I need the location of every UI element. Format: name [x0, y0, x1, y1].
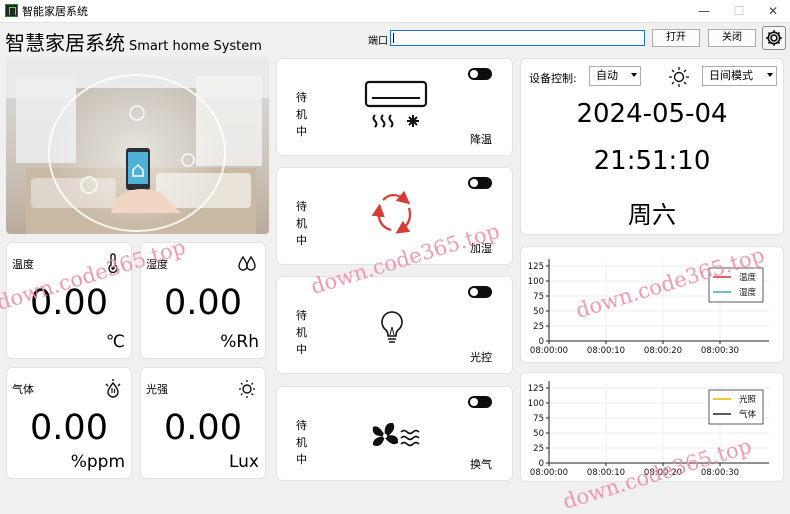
app-icon: [5, 4, 18, 17]
legend-label: 气体: [739, 409, 757, 420]
chevron-down-icon: [767, 73, 773, 77]
y-tick-label: 100: [528, 277, 544, 287]
title-en: Smart home System: [129, 39, 262, 54]
window-title-bar: 智能家居系统 — ☐ ✕: [0, 0, 790, 23]
device-card-humidify: 待机中 加湿: [276, 167, 513, 265]
device-status: 待机中: [296, 309, 307, 356]
day-mode-select[interactable]: 日间模式: [702, 66, 777, 86]
temp-humidity-chart: 025507510012508:00:00 08:00:10 08:00:20 08:…: [528, 259, 769, 356]
window-title: 智能家居系统: [22, 5, 88, 18]
device-label: 换气: [470, 458, 492, 471]
temp-humidity-chart-card: 0 25 50 75 100 125 08:00:00 08:00:10 08:00:20 08:…: [520, 246, 784, 363]
day-mode-value: 日间模式: [709, 69, 753, 82]
device-card-ventilation: 待机中 换气: [276, 386, 513, 481]
device-label: 降温: [470, 133, 492, 146]
date-display: 2024-05-04: [576, 99, 728, 129]
gas-icon: [105, 379, 121, 398]
sensor-card-gas: 气体 0.00 %ppm: [6, 367, 132, 479]
sensor-label: 温度: [12, 258, 34, 271]
sensor-unit: %ppm: [70, 452, 125, 472]
sensor-label: 光强: [146, 383, 168, 396]
port-input[interactable]: [390, 30, 645, 46]
device-card-light: 待机中 光控: [276, 276, 513, 374]
device-toggle[interactable]: [468, 177, 492, 189]
light-gas-chart-card: 0 25 50 75 100 125 08:00:00 08:00:10 08:00:20 08:…: [520, 372, 784, 482]
chevron-down-icon: [631, 73, 637, 77]
sun-icon: [669, 67, 689, 87]
sensor-label: 气体: [12, 383, 34, 396]
legend-label: 光照: [739, 394, 757, 405]
sensor-card-temperature: 温度 0.00 ℃: [6, 242, 132, 359]
y-tick-label: 25: [533, 444, 544, 454]
mode-value: 自动: [596, 69, 618, 82]
device-toggle[interactable]: [468, 396, 492, 408]
gear-icon: [766, 30, 782, 46]
sensor-card-humidity: 湿度 0.00 %Rh: [140, 242, 266, 359]
device-label: 加湿: [470, 242, 492, 255]
device-status: 待机中: [296, 419, 307, 466]
humidity-drops-icon: [238, 255, 256, 271]
y-tick-label: 25: [533, 322, 544, 332]
sensor-value: 0.00: [30, 408, 108, 448]
sensor-value: 0.00: [30, 283, 108, 323]
maximize-button[interactable]: ☐: [722, 0, 756, 22]
legend-label: 湿度: [739, 287, 757, 298]
x-tick-label: 08:00:10: [587, 468, 625, 478]
sensor-unit: ℃: [105, 332, 125, 352]
open-button[interactable]: 打开: [652, 29, 700, 47]
device-toggle[interactable]: [468, 68, 492, 80]
light-gas-chart: 025507510012508:00:00 08:00:10 08:00:20 08:…: [528, 381, 769, 478]
light-bulb-icon: [381, 311, 403, 343]
thermometer-icon: [108, 253, 118, 273]
x-tick-label: 08:00:20: [644, 346, 682, 356]
minimize-button[interactable]: —: [687, 0, 721, 22]
legend-label: 温度: [739, 272, 757, 283]
x-tick-label: 08:00:20: [644, 468, 682, 478]
mode-select[interactable]: 自动: [589, 66, 641, 86]
x-tick-label: 08:00:10: [587, 346, 625, 356]
weekday-display: 周六: [628, 201, 676, 229]
sensor-value: 0.00: [164, 283, 242, 323]
y-tick-label: 75: [533, 414, 544, 424]
device-control-label: 设备控制:: [529, 72, 577, 85]
device-card-cooling: 待机中 降温: [276, 58, 513, 156]
y-tick-label: 125: [528, 262, 544, 272]
y-tick-label: 75: [533, 292, 544, 302]
x-tick-label: 08:00:30: [701, 468, 739, 478]
sensor-value: 0.00: [164, 408, 242, 448]
y-tick-label: 50: [533, 429, 544, 439]
control-card: 设备控制: 自动 日间模式 2024-05-04 21:51:10 周六: [520, 58, 784, 235]
page-title: 智慧家居系统 Smart home System: [5, 27, 262, 56]
x-tick-label: 08:00:00: [530, 346, 568, 356]
time-display: 21:51:10: [593, 146, 711, 176]
close-button[interactable]: 关闭: [708, 29, 756, 47]
y-tick-label: 100: [528, 399, 544, 409]
device-status: 待机中: [296, 200, 307, 247]
device-status: 待机中: [296, 91, 307, 138]
sensor-label: 湿度: [146, 258, 168, 271]
settings-button[interactable]: [762, 26, 786, 50]
y-tick-label: 50: [533, 307, 544, 317]
ventilation-fan-icon: [372, 422, 420, 447]
smart-home-photo: [6, 58, 269, 234]
device-label: 光控: [470, 351, 492, 364]
y-tick-label: 125: [528, 384, 544, 394]
x-tick-label: 08:00:30: [701, 346, 739, 356]
sensor-card-light: 光强 0.00 Lux: [140, 367, 266, 479]
sun-icon: [239, 380, 255, 398]
sensor-unit: %Rh: [220, 332, 259, 352]
humidifier-cycle-icon: [371, 190, 412, 234]
port-label: 端口: [368, 36, 388, 47]
air-conditioner-icon: [364, 80, 428, 128]
close-window-button[interactable]: ✕: [756, 0, 790, 22]
sensor-unit: Lux: [228, 452, 259, 472]
title-cn: 智慧家居系统: [5, 31, 125, 55]
x-tick-label: 08:00:00: [530, 468, 568, 478]
device-toggle[interactable]: [468, 286, 492, 298]
